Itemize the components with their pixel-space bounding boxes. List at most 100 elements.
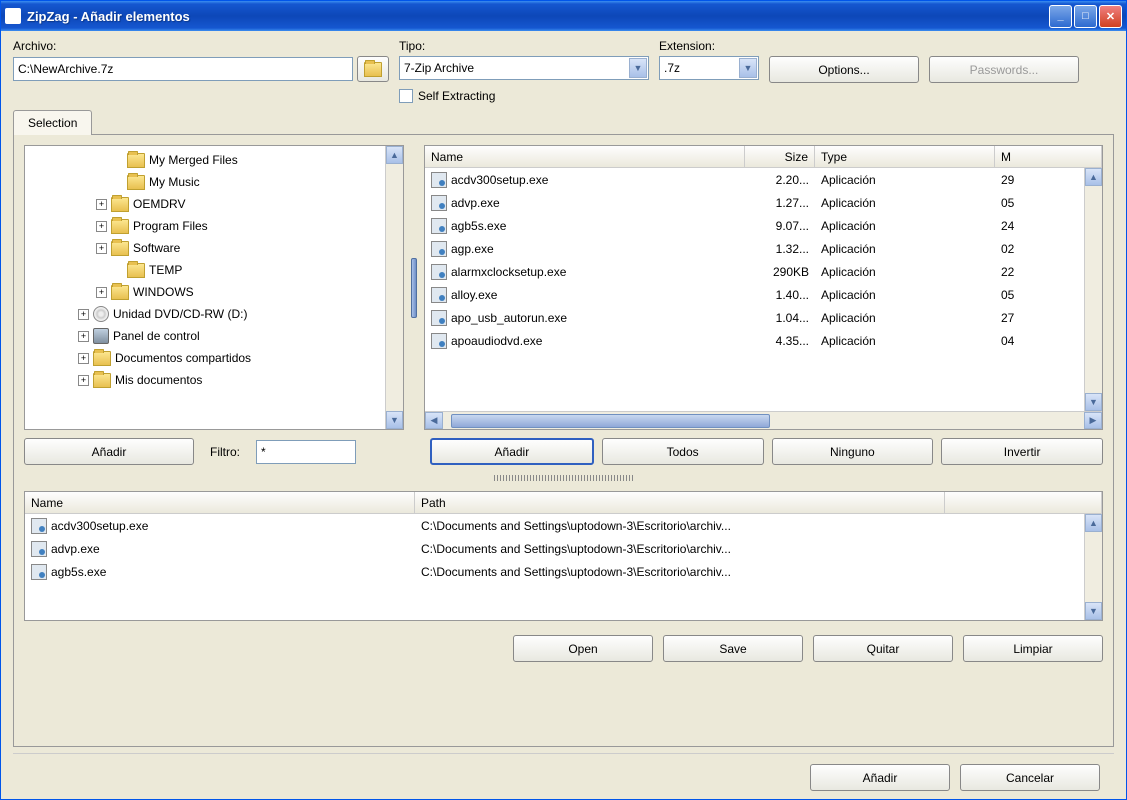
filtro-input[interactable] [256, 440, 356, 464]
expand-icon[interactable]: + [78, 375, 89, 386]
col-modified[interactable]: M [995, 146, 1102, 167]
expand-icon[interactable]: + [96, 243, 107, 254]
file-row[interactable]: apoaudiodvd.exe 4.35... Aplicación 04 [425, 329, 1102, 352]
expand-icon[interactable]: + [96, 221, 107, 232]
todos-button[interactable]: Todos [602, 438, 764, 465]
sel-name: acdv300setup.exe [51, 519, 148, 533]
tree-item[interactable]: My Merged Files [28, 149, 400, 171]
archivo-input[interactable] [13, 57, 353, 81]
open-button[interactable]: Open [513, 635, 653, 662]
tree-item[interactable]: TEMP [28, 259, 400, 281]
scroll-down-button[interactable]: ▼ [1085, 602, 1102, 620]
tree-item-label: My Merged Files [149, 153, 238, 167]
tree-item-label: Unidad DVD/CD-RW (D:) [113, 307, 247, 321]
file-row[interactable]: alloy.exe 1.40... Aplicación 05 [425, 283, 1102, 306]
horizontal-splitter[interactable] [24, 473, 1103, 483]
scrollbar-track[interactable] [1085, 532, 1102, 602]
save-button[interactable]: Save [663, 635, 803, 662]
options-button[interactable]: Options... [769, 56, 919, 83]
self-extracting-checkbox[interactable] [399, 89, 413, 103]
selected-list[interactable]: Name Path acdv300setup.exe C:\Documents … [24, 491, 1103, 621]
invertir-button[interactable]: Invertir [941, 438, 1103, 465]
scroll-right-button[interactable]: ▶ [1084, 412, 1102, 429]
folder-icon [111, 285, 129, 300]
col-size[interactable]: Size [745, 146, 815, 167]
titlebar[interactable]: ZipZag - Añadir elementos _ □ ✕ [1, 1, 1126, 31]
scroll-down-button[interactable]: ▼ [1085, 393, 1102, 411]
folder-icon [127, 153, 145, 168]
col-name[interactable]: Name [425, 146, 745, 167]
scroll-down-button[interactable]: ▼ [386, 411, 403, 429]
tree-item[interactable]: + OEMDRV [28, 193, 400, 215]
vertical-splitter[interactable] [410, 145, 418, 430]
scroll-left-button[interactable]: ◀ [425, 412, 443, 429]
expand-icon[interactable]: + [96, 199, 107, 210]
file-row[interactable]: acdv300setup.exe 2.20... Aplicación 29 [425, 168, 1102, 191]
scroll-up-button[interactable]: ▲ [1085, 514, 1102, 532]
scroll-up-button[interactable]: ▲ [1085, 168, 1102, 186]
tree-item[interactable]: +Mis documentos [28, 369, 400, 391]
exe-icon [431, 310, 447, 326]
expand-icon[interactable]: + [78, 331, 89, 342]
folder-tree[interactable]: My Merged Files My Music + OEMDRV +Program F… [24, 145, 404, 430]
expand-icon[interactable]: + [78, 309, 89, 320]
file-size: 2.20... [745, 173, 815, 187]
exe-icon [431, 241, 447, 257]
chevron-down-icon: ▼ [739, 58, 757, 78]
scrollbar-track[interactable] [1085, 186, 1102, 393]
selected-row[interactable]: agb5s.exe C:\Documents and Settings\upto… [25, 560, 1102, 583]
tree-item[interactable]: +Software [28, 237, 400, 259]
anadir-list-button[interactable]: Añadir [430, 438, 594, 465]
tree-item-label: OEMDRV [133, 197, 185, 211]
expand-icon[interactable]: + [78, 353, 89, 364]
tree-item[interactable]: + Unidad DVD/CD-RW (D:) [28, 303, 400, 325]
ninguno-button[interactable]: Ninguno [772, 438, 934, 465]
file-list[interactable]: Name Size Type M acdv300setup.exe 2.20..… [424, 145, 1103, 430]
anadir-dialog-button[interactable]: Añadir [810, 764, 950, 791]
passwords-button: Passwords... [929, 56, 1079, 83]
tree-item[interactable]: +Documentos compartidos [28, 347, 400, 369]
tree-item[interactable]: +Program Files [28, 215, 400, 237]
col-sel-blank[interactable] [945, 492, 1102, 513]
cancelar-button[interactable]: Cancelar [960, 764, 1100, 791]
file-row[interactable]: advp.exe 1.27... Aplicación 05 [425, 191, 1102, 214]
file-row[interactable]: agp.exe 1.32... Aplicación 02 [425, 237, 1102, 260]
tree-item[interactable]: My Music [28, 171, 400, 193]
tipo-combo[interactable]: 7-Zip Archive ▼ [399, 56, 649, 80]
sel-path: C:\Documents and Settings\uptodown-3\Esc… [415, 519, 945, 533]
selected-row[interactable]: acdv300setup.exe C:\Documents and Settin… [25, 514, 1102, 537]
browse-button[interactable] [357, 56, 389, 82]
minimize-button[interactable]: _ [1049, 5, 1072, 28]
archivo-label: Archivo: [13, 39, 389, 53]
quitar-button[interactable]: Quitar [813, 635, 953, 662]
col-sel-path[interactable]: Path [415, 492, 945, 513]
sel-path: C:\Documents and Settings\uptodown-3\Esc… [415, 565, 945, 579]
selected-row[interactable]: advp.exe C:\Documents and Settings\uptod… [25, 537, 1102, 560]
file-row[interactable]: alarmxclocksetup.exe 290KB Aplicación 22 [425, 260, 1102, 283]
limpiar-button[interactable]: Limpiar [963, 635, 1103, 662]
file-row[interactable]: agb5s.exe 9.07... Aplicación 24 [425, 214, 1102, 237]
maximize-button[interactable]: □ [1074, 5, 1097, 28]
self-extracting-label: Self Extracting [418, 89, 495, 103]
close-button[interactable]: ✕ [1099, 5, 1122, 28]
app-window: ZipZag - Añadir elementos _ □ ✕ Archivo:… [0, 0, 1127, 800]
file-size: 290KB [745, 265, 815, 279]
col-sel-name[interactable]: Name [25, 492, 415, 513]
tab-selection[interactable]: Selection [13, 110, 92, 135]
extension-label: Extension: [659, 39, 759, 53]
file-name: acdv300setup.exe [451, 173, 548, 187]
panel-icon [93, 328, 109, 344]
expand-icon[interactable]: + [96, 287, 107, 298]
extension-combo[interactable]: .7z ▼ [659, 56, 759, 80]
anadir-tree-button[interactable]: Añadir [24, 438, 194, 465]
tree-item-label: WINDOWS [133, 285, 194, 299]
col-type[interactable]: Type [815, 146, 995, 167]
scroll-up-button[interactable]: ▲ [386, 146, 403, 164]
scrollbar-track[interactable] [386, 164, 403, 411]
filtro-label: Filtro: [202, 445, 248, 459]
file-row[interactable]: apo_usb_autorun.exe 1.04... Aplicación 2… [425, 306, 1102, 329]
tree-item[interactable]: +Panel de control [28, 325, 400, 347]
horizontal-scrollbar[interactable]: ◀ ▶ [425, 411, 1102, 429]
tree-item[interactable]: + WINDOWS [28, 281, 400, 303]
file-name: advp.exe [451, 196, 500, 210]
